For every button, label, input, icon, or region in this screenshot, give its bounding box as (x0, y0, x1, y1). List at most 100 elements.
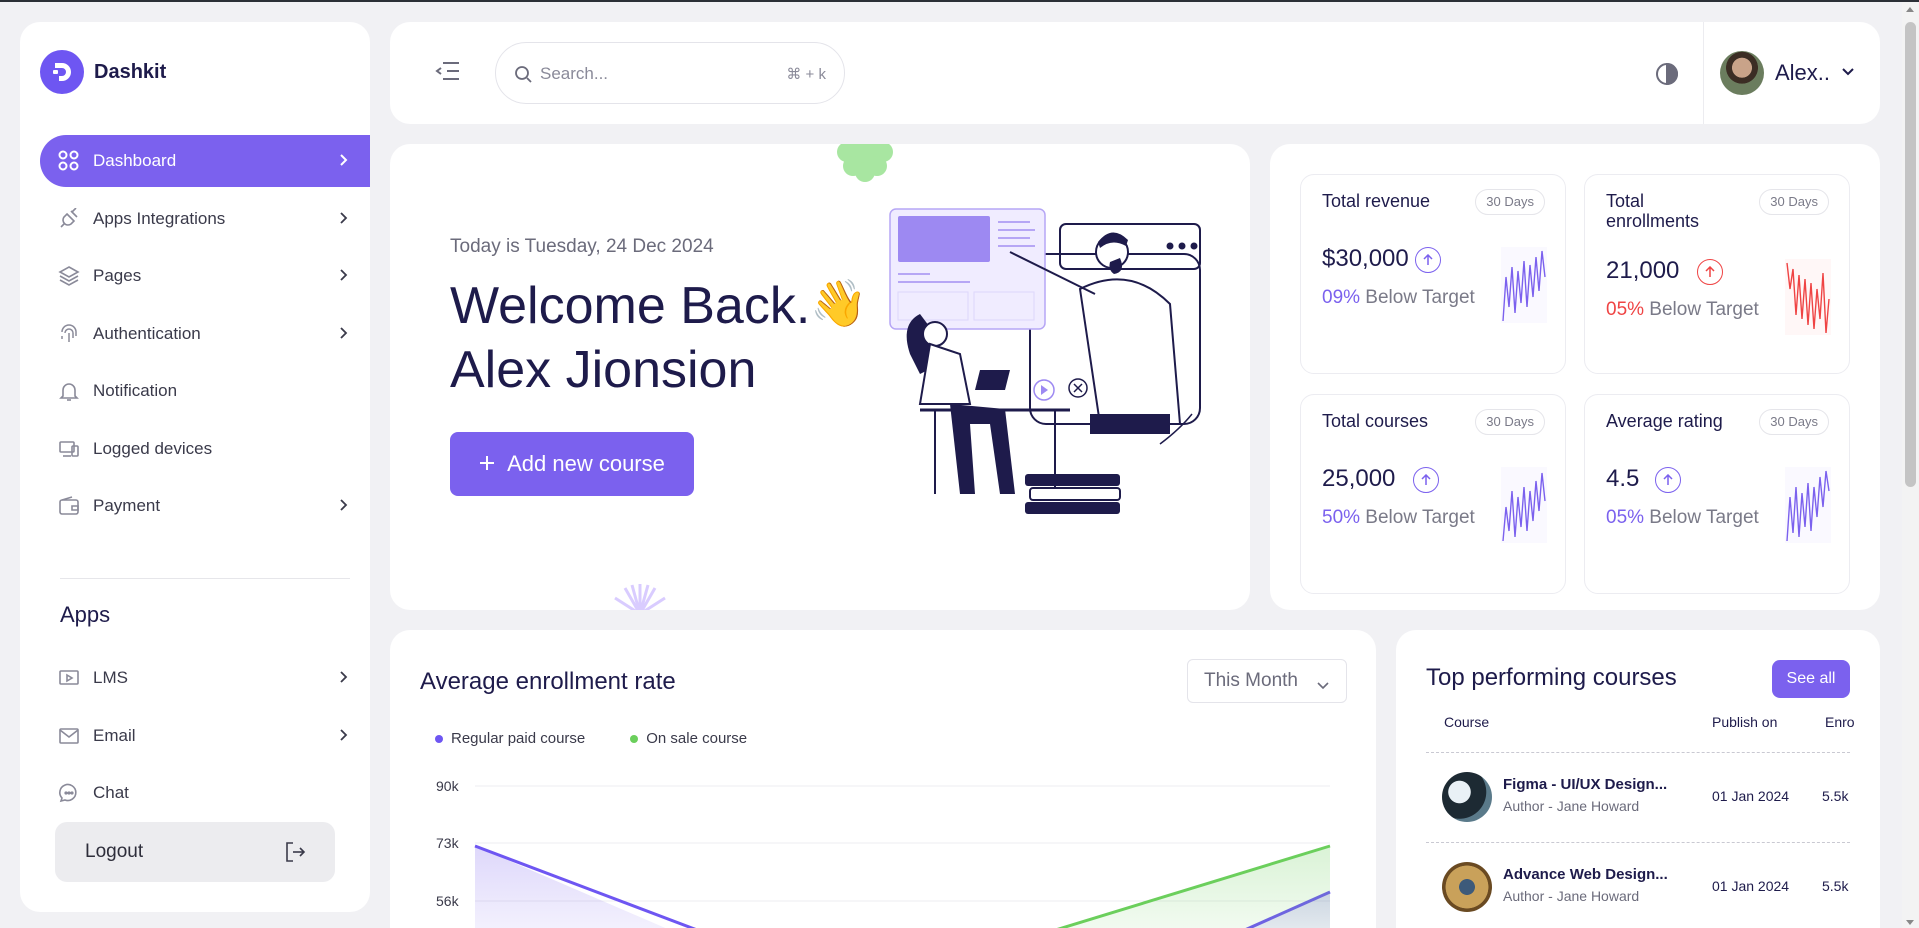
arrow-up-icon (1655, 467, 1681, 493)
legend-dot (435, 735, 443, 744)
y-tick-label: 90k (436, 778, 460, 794)
legend-item[interactable]: On sale course (630, 730, 747, 747)
legend-label: On sale course (646, 730, 748, 747)
sidebar-item-label: Logged devices (93, 438, 213, 458)
sidebar-item-label: Dashboard (93, 151, 177, 170)
brand[interactable]: Dashkit (40, 50, 166, 94)
brand-name: Dashkit (94, 60, 167, 83)
stat-target-label: Below Target (1360, 507, 1475, 528)
sidebar-item-label: Authentication (93, 323, 201, 343)
search-input[interactable] (540, 59, 760, 89)
enrollment-area-chart: 90k 73k 56k (436, 778, 1331, 928)
chevron-right-icon (338, 152, 348, 172)
bell-icon (58, 380, 80, 402)
stat-percent: 09% (1322, 287, 1361, 308)
sidebar-item-label: Notification (93, 381, 178, 400)
chart-legend: Regular paid course On sale course (435, 730, 747, 747)
stat-card-revenue[interactable]: Total revenue 30 Days $30,000 09% Below … (1300, 174, 1566, 374)
apps-nav: LMS Email Chat (40, 652, 370, 825)
stat-target-label: Below Target (1644, 507, 1759, 528)
stat-percent: 50% (1322, 507, 1361, 528)
sidebar-item-authentication[interactable]: Authentication (40, 308, 370, 360)
stat-title: Total courses (1322, 411, 1429, 431)
course-enrollments: 5.5k (1822, 788, 1849, 804)
course-author: Author - Jane Howard (1503, 888, 1640, 904)
sidebar-item-payment[interactable]: Payment (40, 480, 370, 532)
decorative-burst (614, 584, 666, 610)
legend-dot (630, 735, 639, 744)
wave-emoji: 👋 (810, 277, 868, 329)
legend-label: Regular paid course (451, 730, 586, 747)
series-area-regular (475, 846, 666, 928)
stat-title: Average rating (1606, 411, 1723, 431)
add-course-button[interactable]: Add new course (450, 432, 694, 496)
page-scrollbar[interactable] (1902, 2, 1919, 928)
sidebar-item-pages[interactable]: Pages (40, 250, 370, 302)
arrow-up-icon (1415, 247, 1441, 273)
user-profile-menu[interactable]: Alex.. (1720, 51, 1855, 95)
scroll-up-arrow-icon[interactable] (1906, 7, 1914, 12)
course-name[interactable]: Advance Web Design... (1503, 866, 1668, 883)
legend-item[interactable]: Regular paid course (435, 730, 585, 747)
stat-card-enrollments[interactable]: Total enrollments 30 Days 21,000 05% Bel… (1584, 174, 1850, 374)
video-icon (58, 667, 80, 689)
courses-title: Top performing courses (1426, 664, 1677, 691)
topbar-divider (1703, 22, 1704, 124)
sidebar-item-dashboard[interactable]: Dashboard (40, 135, 370, 187)
logout-button[interactable]: Logout (55, 822, 335, 882)
scrollbar-thumb[interactable] (1905, 22, 1916, 487)
sidebar-item-email[interactable]: Email (40, 710, 370, 762)
column-header[interactable]: Publish on (1712, 714, 1777, 730)
theme-toggle-icon[interactable] (1655, 62, 1679, 91)
chevron-right-icon (338, 325, 348, 345)
search-box[interactable]: ⌘ + k (495, 42, 845, 104)
welcome-line-1: Welcome Back. (450, 277, 811, 335)
period-badge: 30 Days (1759, 409, 1829, 435)
mail-icon (58, 725, 80, 747)
sidebar-item-lms[interactable]: LMS (40, 652, 370, 704)
stat-card-courses[interactable]: Total courses 30 Days 25,000 50% Below T… (1300, 394, 1566, 594)
grid-icon (58, 150, 80, 172)
period-select[interactable]: This Month (1187, 659, 1347, 703)
column-header[interactable]: Course (1444, 714, 1489, 730)
course-name[interactable]: Figma - UI/UX Design... (1503, 776, 1667, 793)
search-icon (514, 65, 532, 88)
top-courses-card: Top performing courses See all Course Pu… (1396, 630, 1880, 928)
sidebar-item-label: Payment (93, 496, 161, 515)
plus-icon (479, 451, 495, 477)
sidebar-item-label: Chat (93, 783, 129, 802)
column-header[interactable]: Enro (1825, 714, 1855, 730)
current-date: Today is Tuesday, 24 Dec 2024 (450, 236, 714, 257)
chevron-down-icon (1841, 64, 1855, 82)
arrow-up-icon (1697, 259, 1723, 285)
course-publish-date: 01 Jan 2024 (1712, 878, 1790, 894)
stat-value: 21,000 (1606, 257, 1680, 284)
devices-icon (58, 438, 80, 460)
course-enrollments: 5.5k (1822, 878, 1849, 894)
period-badge: 30 Days (1475, 189, 1545, 215)
chart-title: Average enrollment rate (420, 668, 676, 695)
sidebar-item-chat[interactable]: Chat (40, 767, 370, 819)
sidebar-item-apps-integrations[interactable]: Apps Integrations (40, 193, 370, 245)
stat-card-rating[interactable]: Average rating 30 Days 4.5 05% Below Tar… (1584, 394, 1850, 594)
logout-icon (283, 840, 307, 870)
see-all-button[interactable]: See all (1772, 660, 1850, 698)
menu-collapse-icon[interactable] (435, 60, 461, 87)
period-select-value: This Month (1204, 670, 1298, 691)
logout-label: Logout (85, 841, 144, 862)
apps-heading: Apps (60, 602, 111, 627)
chevron-right-icon (338, 267, 348, 287)
logo-icon (40, 50, 84, 94)
sidebar-item-logged-devices[interactable]: Logged devices (40, 423, 370, 475)
stat-percent: 05% (1606, 507, 1645, 528)
search-shortcut: ⌘ + k (786, 66, 826, 83)
table-row[interactable]: Figma - UI/UX Design... Author - Jane Ho… (1426, 752, 1866, 842)
y-tick-label: 73k (436, 835, 460, 851)
sidebar-divider (60, 578, 350, 579)
chevron-down-icon (1316, 675, 1330, 697)
sidebar-item-notification[interactable]: Notification (40, 365, 370, 417)
layers-icon (58, 265, 80, 287)
scroll-down-arrow-icon[interactable] (1906, 920, 1914, 925)
table-row[interactable]: Advance Web Design... Author - Jane Howa… (1426, 842, 1866, 928)
sparkline (1501, 467, 1547, 543)
